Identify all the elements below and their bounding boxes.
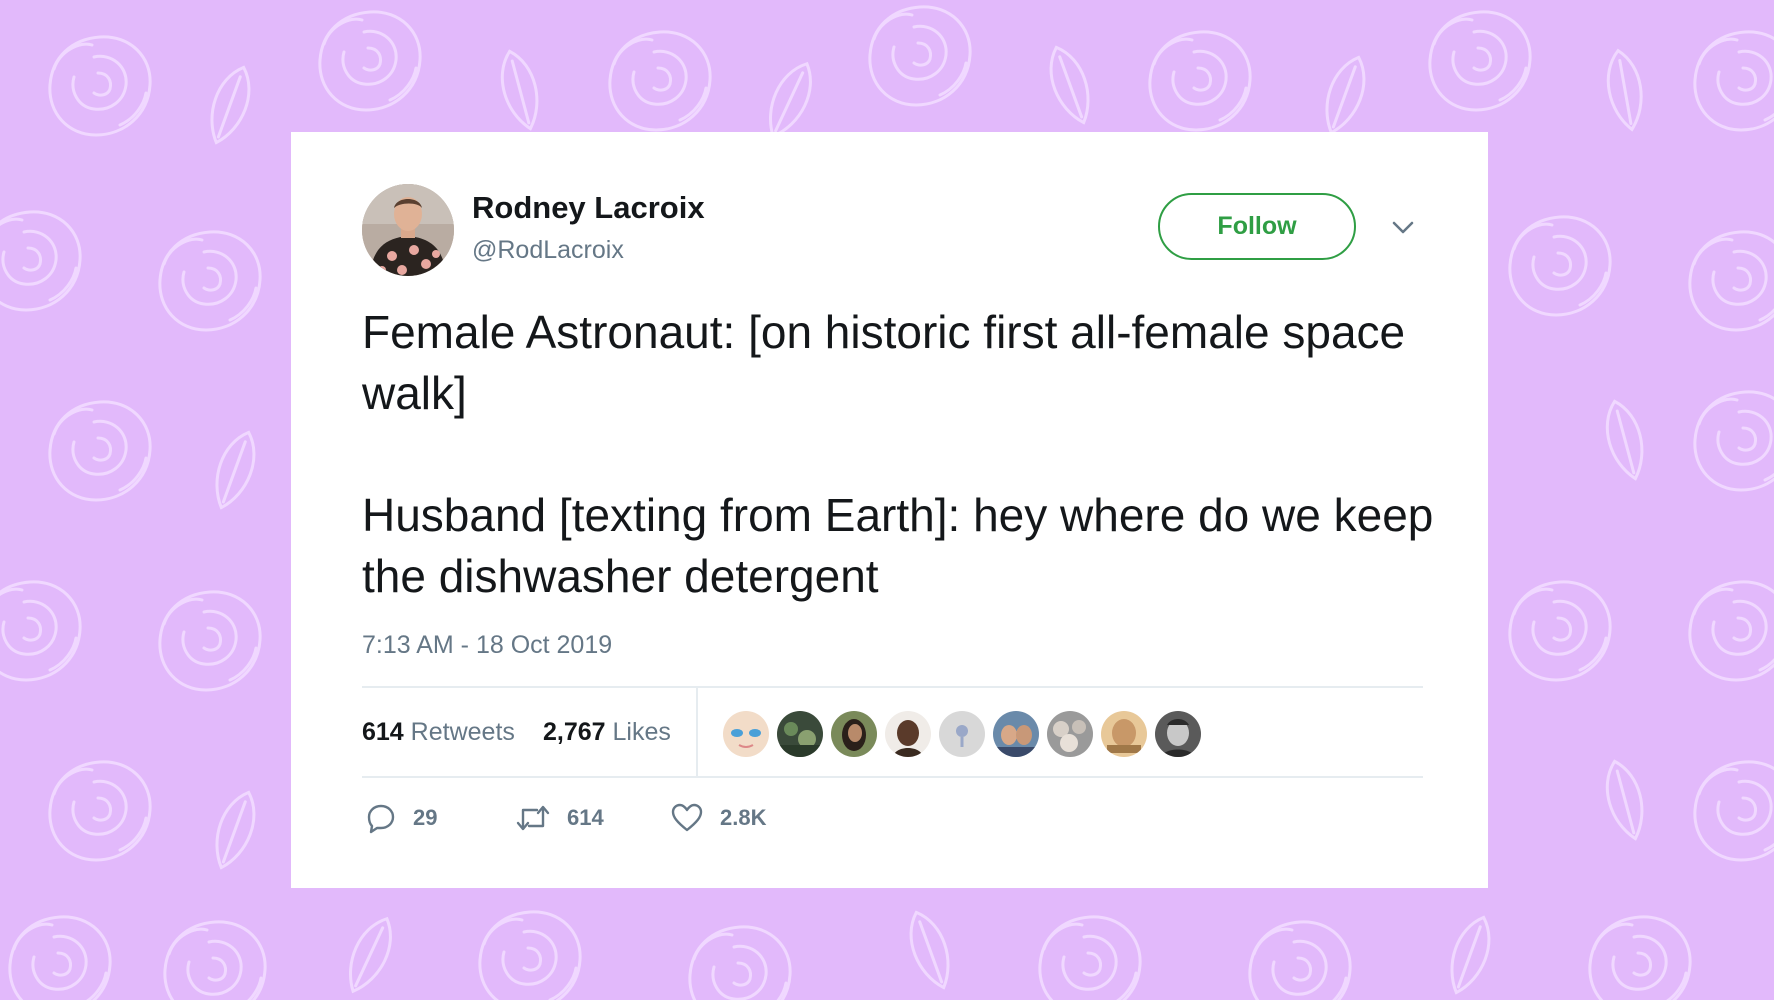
avatar[interactable] bbox=[362, 184, 454, 276]
liker-avatar[interactable] bbox=[883, 709, 933, 759]
retweet-count: 614 bbox=[567, 805, 604, 830]
reply-button[interactable]: 29 bbox=[365, 798, 437, 838]
tweet-timestamp[interactable]: 7:13 AM - 18 Oct 2019 bbox=[362, 631, 612, 660]
retweet-button[interactable]: 614 bbox=[515, 798, 604, 838]
author-name[interactable]: Rodney Lacroix bbox=[472, 190, 705, 226]
liker-avatar[interactable] bbox=[829, 709, 879, 759]
avatar-image bbox=[362, 184, 454, 276]
heart-icon bbox=[671, 803, 703, 832]
liker-avatar[interactable] bbox=[1153, 709, 1203, 759]
reply-count: 29 bbox=[413, 805, 438, 830]
retweets-label: Retweets bbox=[410, 718, 515, 746]
author-handle[interactable]: @RodLacroix bbox=[472, 236, 624, 265]
chevron-down-icon[interactable] bbox=[1388, 212, 1418, 242]
tweet-paragraph: Husband [texting from Earth]: hey where … bbox=[362, 489, 1434, 602]
liker-avatar[interactable] bbox=[1045, 709, 1095, 759]
divider bbox=[362, 686, 1423, 688]
divider bbox=[362, 776, 1423, 778]
retweet-icon bbox=[516, 805, 550, 831]
liker-avatar[interactable] bbox=[1099, 709, 1149, 759]
liker-avatar[interactable] bbox=[775, 709, 825, 759]
liker-avatar[interactable] bbox=[937, 709, 987, 759]
follow-button[interactable]: Follow bbox=[1158, 193, 1356, 260]
likes-stat[interactable]: 2,767 Likes bbox=[543, 718, 671, 747]
tweet-text: Female Astronaut: [on historic first all… bbox=[362, 302, 1442, 607]
tweet-card: Rodney Lacroix @RodLacroix Follow Female… bbox=[291, 132, 1488, 888]
retweets-count: 614 bbox=[362, 718, 404, 746]
tweet-paragraph: Female Astronaut: [on historic first all… bbox=[362, 306, 1406, 419]
like-count: 2.8K bbox=[720, 805, 767, 830]
retweets-stat[interactable]: 614 Retweets bbox=[362, 718, 515, 747]
like-button[interactable]: 2.8K bbox=[670, 798, 766, 838]
stats-separator bbox=[696, 688, 698, 776]
likes-label: Likes bbox=[612, 718, 671, 746]
liker-avatar[interactable] bbox=[721, 709, 771, 759]
liker-avatar[interactable] bbox=[991, 709, 1041, 759]
likes-count: 2,767 bbox=[543, 718, 606, 746]
reply-icon bbox=[367, 804, 395, 834]
